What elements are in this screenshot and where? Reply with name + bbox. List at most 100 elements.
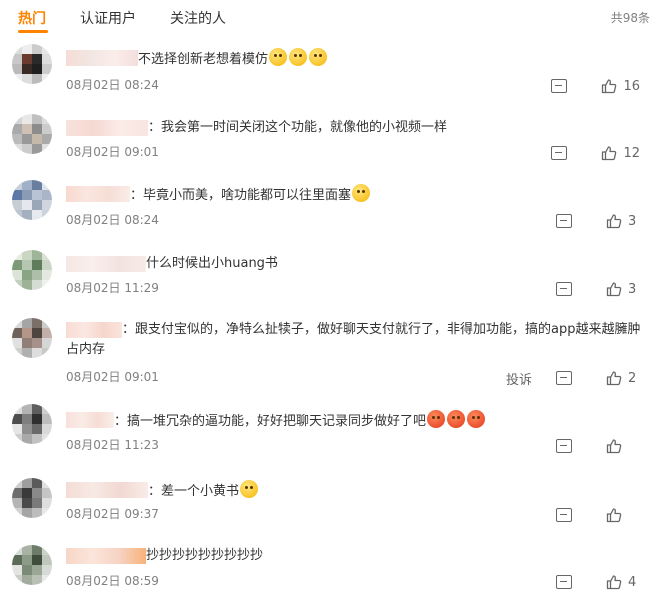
smiley-emoji-icon [269, 48, 288, 66]
comment-body: ：毕竟小而美，啥功能都可以往里面塞 [66, 184, 642, 206]
username-separator: ： [148, 484, 162, 499]
comment-text: 搞一堆冗杂的逼功能，好好把聊天记录同步做好了吧 [127, 414, 427, 429]
comment-timestamp: 08月02日 09:01 [66, 145, 159, 159]
thumbs-up-icon [601, 78, 617, 94]
comment-timestamp: 08月02日 09:01 [66, 370, 159, 384]
comment-text: 抄抄抄抄抄抄抄抄抄 [146, 548, 264, 563]
active-tab-indicator [18, 30, 48, 33]
smiley-emoji-icon [240, 480, 259, 498]
comment-body: ：搞一堆冗杂的逼功能，好好把聊天记录同步做好了吧 [66, 410, 642, 432]
tab-hot[interactable]: 热门 [18, 8, 46, 28]
comment-actions [556, 437, 640, 455]
comment-body: 不选择创新老想着模仿 [66, 48, 642, 70]
like-count: 2 [628, 370, 637, 386]
smiley-emoji-icon [352, 184, 371, 202]
comment-text: 跟支付宝似的，净特么扯犊子，做好聊天支付就行了，非得加功能，搞的app越来越臃肿… [66, 322, 641, 357]
like-count: 12 [623, 145, 640, 161]
comment-body: 什么时候出小huang书 [66, 254, 642, 274]
username-blurred[interactable] [66, 482, 148, 498]
comment-item: ：毕竟小而美，啥功能都可以往里面塞 08月02日 08:24 3 [0, 180, 662, 236]
comment-icon[interactable] [551, 146, 568, 160]
like-button[interactable] [606, 438, 640, 454]
avatar[interactable] [12, 250, 52, 290]
comment-tabs: 热门 认证用户 关注的人 共98条 [0, 0, 662, 36]
comment-actions: 4 [556, 573, 640, 591]
avatar[interactable] [12, 318, 52, 358]
comment-body: ：差一个小黄书 [66, 480, 642, 502]
smiley-emoji-icon [309, 48, 328, 66]
like-button[interactable]: 3 [606, 281, 640, 297]
comment-timestamp: 08月02日 11:29 [66, 281, 159, 295]
like-button[interactable] [606, 507, 640, 523]
comment-text: 我会第一时间关闭这个功能，就像他的小视频一样 [161, 120, 448, 135]
username-blurred[interactable] [66, 548, 146, 564]
username-separator: ： [148, 120, 162, 135]
report-button[interactable]: 投诉 [506, 369, 532, 388]
username-blurred[interactable] [66, 322, 122, 338]
comment-icon[interactable] [556, 508, 572, 522]
like-count: 16 [623, 78, 640, 94]
comment-item: 不选择创新老想着模仿 08月02日 08:24 16 [0, 44, 662, 101]
comment-icon[interactable] [556, 575, 572, 589]
avatar[interactable] [12, 180, 52, 220]
avatar[interactable] [12, 44, 52, 84]
comment-timestamp: 08月02日 08:24 [66, 78, 159, 92]
username-separator: ： [122, 322, 136, 337]
comment-text: 差一个小黄书 [161, 484, 240, 499]
comment-item: 什么时候出小huang书 08月02日 11:29 3 [0, 250, 662, 304]
comment-item: ：我会第一时间关闭这个功能，就像他的小视频一样 08月02日 09:01 12 [0, 114, 662, 168]
comment-item: ：差一个小黄书 08月02日 09:37 [0, 478, 662, 530]
comment-icon[interactable] [551, 79, 568, 93]
username-separator: ： [114, 414, 128, 429]
like-count: 3 [628, 213, 637, 229]
like-button[interactable]: 16 [601, 78, 640, 94]
comment-timestamp: 08月02日 11:23 [66, 438, 159, 452]
comment-item: 抄抄抄抄抄抄抄抄抄 08月02日 08:59 4 [0, 545, 662, 597]
thumbs-up-icon [606, 507, 622, 523]
tab-following[interactable]: 关注的人 [170, 8, 226, 28]
thumbs-up-icon [606, 574, 622, 590]
avatar[interactable] [12, 404, 52, 444]
comment-icon[interactable] [556, 439, 572, 453]
comment-actions: 3 [556, 280, 640, 298]
username-blurred[interactable] [66, 256, 146, 272]
comment-timestamp: 08月02日 08:24 [66, 213, 159, 227]
angry-emoji-icon [447, 410, 466, 428]
like-count: 3 [628, 281, 637, 297]
username-blurred[interactable] [66, 412, 114, 428]
comment-icon[interactable] [556, 214, 572, 228]
username-blurred[interactable] [66, 186, 130, 202]
thumbs-up-icon [606, 370, 622, 386]
like-button[interactable]: 4 [606, 574, 640, 590]
comment-body: ：我会第一时间关闭这个功能，就像他的小视频一样 [66, 118, 642, 138]
like-button[interactable]: 3 [606, 213, 640, 229]
username-blurred[interactable] [66, 50, 138, 66]
like-count: 4 [628, 574, 637, 590]
like-button[interactable]: 2 [606, 370, 640, 386]
comment-actions: 16 [551, 77, 640, 95]
comment-icon[interactable] [556, 371, 572, 385]
avatar[interactable] [12, 545, 52, 585]
comment-text: 不选择创新老想着模仿 [138, 52, 269, 67]
angry-emoji-icon [427, 410, 446, 428]
comment-timestamp: 08月02日 08:59 [66, 574, 159, 588]
like-button[interactable]: 12 [601, 145, 640, 161]
comment-total-count: 共98条 [610, 11, 650, 25]
username-blurred[interactable] [66, 120, 148, 136]
comment-icon[interactable] [556, 282, 572, 296]
comment-body: ：跟支付宝似的，净特么扯犊子，做好聊天支付就行了，非得加功能，搞的app越来越臃… [66, 320, 642, 360]
smiley-emoji-icon [289, 48, 308, 66]
username-separator: ： [130, 188, 144, 203]
comment-actions [556, 506, 640, 524]
comment-body: 抄抄抄抄抄抄抄抄抄 [66, 546, 642, 566]
thumbs-up-icon [606, 281, 622, 297]
tab-verified-users[interactable]: 认证用户 [80, 8, 136, 28]
comment-actions: 3 [556, 212, 640, 230]
comment-item: ：搞一堆冗杂的逼功能，好好把聊天记录同步做好了吧 08月02日 11:23 [0, 404, 662, 461]
angry-emoji-icon [467, 410, 486, 428]
avatar[interactable] [12, 114, 52, 154]
avatar[interactable] [12, 478, 52, 518]
thumbs-up-icon [601, 145, 617, 161]
thumbs-up-icon [606, 438, 622, 454]
comment-text: 毕竟小而美，啥功能都可以往里面塞 [143, 188, 352, 203]
